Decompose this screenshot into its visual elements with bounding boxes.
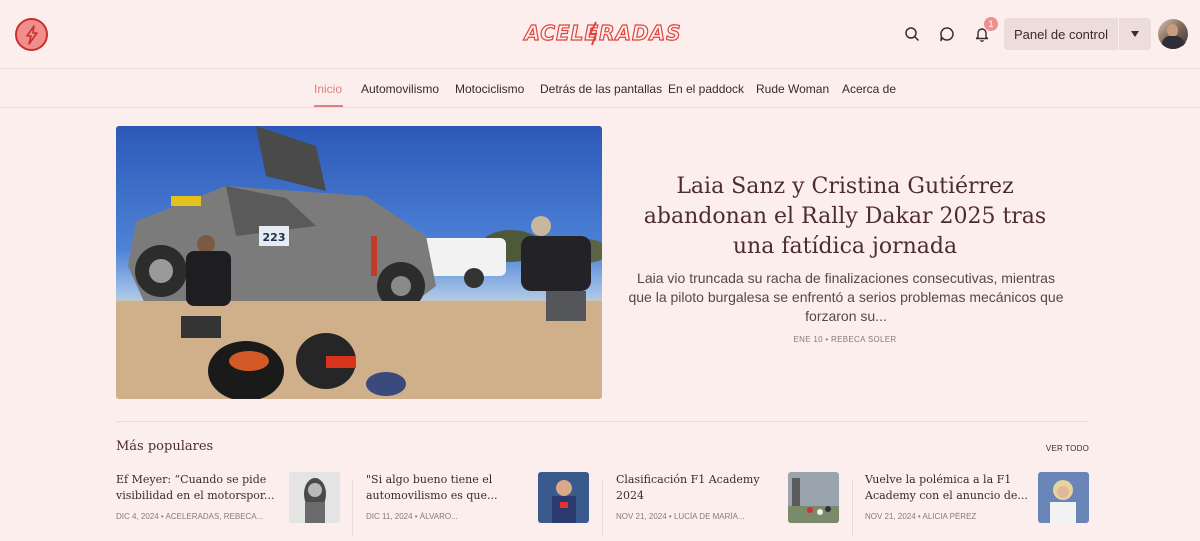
panel-control-button[interactable]: Panel de control	[1004, 18, 1118, 50]
notification-badge: 1	[984, 17, 998, 31]
popular-card[interactable]: Clasificación F1 Academy 2024 NOV 21, 20…	[616, 472, 840, 532]
card-meta: DIC 11, 2024 • ÁLVARO...	[366, 512, 458, 521]
nav-item-detras-de-las-pantallas[interactable]: Detrás de las pantallas	[540, 82, 662, 96]
hero-image[interactable]: 223	[116, 126, 602, 399]
popular-card[interactable]: Vuelve la polémica a la F1 Academy con e…	[865, 472, 1089, 532]
chat-icon[interactable]	[935, 22, 959, 46]
card-title[interactable]: "Si algo bueno tiene el automovilismo es…	[366, 472, 531, 504]
nav-item-motociclismo[interactable]: Motociclismo	[455, 82, 524, 96]
card-title[interactable]: Ef Meyer: “Cuando se pide visibilidad en…	[116, 472, 281, 504]
card-meta: NOV 21, 2024 • ALICIA PÉREZ	[865, 512, 977, 521]
card-thumbnail[interactable]	[289, 472, 340, 523]
caret-down-icon	[1131, 31, 1139, 37]
nav-item-automovilismo[interactable]: Automovilismo	[361, 82, 439, 96]
nav-item-inicio[interactable]: Inicio	[314, 82, 342, 96]
search-icon[interactable]	[900, 22, 924, 46]
popular-section-title: Más populares	[116, 439, 214, 454]
section-divider	[116, 421, 1089, 422]
card-thumbnail[interactable]	[788, 472, 839, 523]
svg-text:ACELERADAS: ACELERADAS	[523, 21, 682, 45]
card-meta: DIC 4, 2024 • ACELERADAS, REBECA...	[116, 512, 264, 521]
card-separator	[352, 480, 353, 536]
card-separator	[852, 480, 853, 536]
hero-excerpt: Laia vio truncada su racha de finalizaci…	[628, 270, 1064, 324]
see-all-link[interactable]: VER TODO	[1030, 444, 1089, 453]
hero-car-number: 223	[263, 231, 286, 244]
main-nav: Inicio Automovilismo Motociclismo Detrás…	[0, 69, 1200, 108]
popular-card[interactable]: "Si algo bueno tiene el automovilismo es…	[366, 472, 590, 532]
site-logo[interactable]: ACELERADAS	[512, 19, 694, 47]
nav-item-acerca-de[interactable]: Acerca de	[842, 82, 896, 96]
card-thumbnail[interactable]	[538, 472, 589, 523]
site-bolt-icon[interactable]	[15, 18, 48, 51]
card-thumbnail[interactable]	[1038, 472, 1089, 523]
nav-item-rude-woman[interactable]: Rude Woman	[756, 82, 829, 96]
card-title[interactable]: Vuelve la polémica a la F1 Academy con e…	[865, 472, 1030, 504]
avatar-caret-icon[interactable]	[1180, 42, 1186, 46]
site-header: ACELERADAS 1 Panel de control	[0, 0, 1200, 69]
panel-dropdown-button[interactable]	[1119, 18, 1151, 50]
card-title[interactable]: Clasificación F1 Academy 2024	[616, 472, 781, 504]
nav-active-indicator	[314, 105, 343, 107]
card-meta: NOV 21, 2024 • LUCÍA DE MARÍA...	[616, 512, 745, 521]
nav-item-en-el-paddock[interactable]: En el paddock	[668, 82, 744, 96]
hero-title[interactable]: Laia Sanz y Cristina Gutiérrez abandonan…	[620, 172, 1070, 262]
hero-meta: ENE 10 • REBECA SOLER	[793, 335, 897, 344]
card-separator	[602, 480, 603, 536]
popular-card[interactable]: Ef Meyer: “Cuando se pide visibilidad en…	[116, 472, 340, 532]
